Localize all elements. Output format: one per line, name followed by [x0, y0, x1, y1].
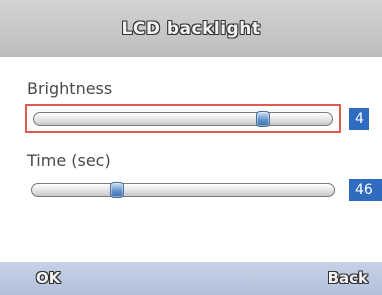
- brightness-value: 4: [349, 108, 369, 130]
- time-slider-track[interactable]: [31, 181, 335, 198]
- time-label: Time (sec): [27, 151, 111, 170]
- ok-softkey[interactable]: OK: [36, 269, 60, 287]
- title-bar: LCD backlight: [0, 0, 382, 57]
- brightness-slider-track[interactable]: [33, 110, 333, 127]
- brightness-label: Brightness: [27, 79, 113, 98]
- screen-title: LCD backlight: [121, 18, 261, 39]
- time-slider-thumb[interactable]: [109, 181, 124, 198]
- lcd-backlight-screen: LCD backlight Brightness 4 Time (sec) 46…: [0, 0, 382, 295]
- brightness-slider[interactable]: [25, 104, 341, 133]
- time-value: 46: [349, 179, 382, 201]
- time-slider[interactable]: [25, 175, 341, 204]
- brightness-slider-thumb[interactable]: [256, 110, 271, 127]
- softkey-bar: OK Back: [0, 262, 382, 295]
- back-softkey[interactable]: Back: [328, 269, 368, 287]
